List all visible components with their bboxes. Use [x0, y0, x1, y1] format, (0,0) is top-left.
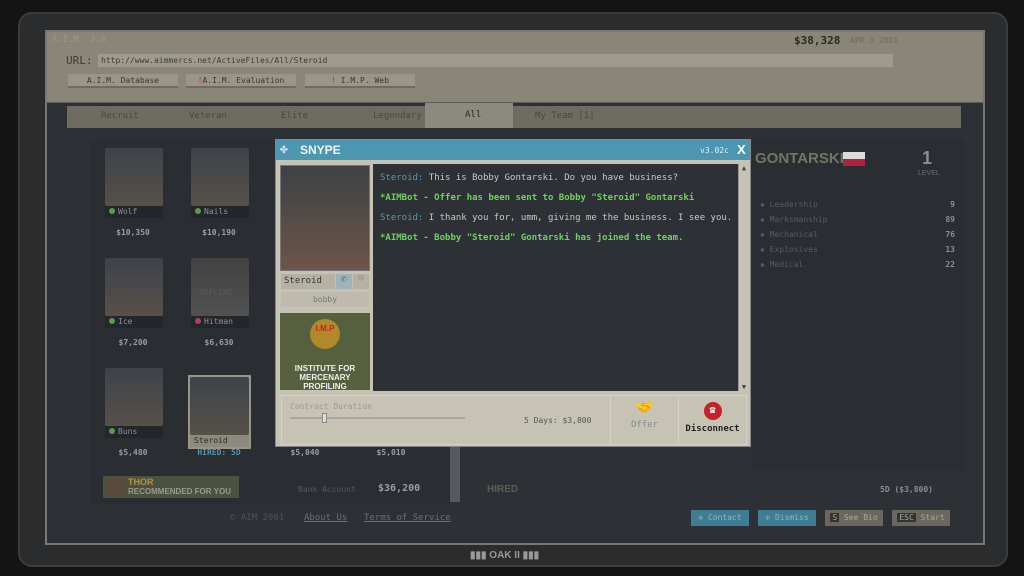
portrait: [190, 377, 249, 435]
slider-handle[interactable]: [322, 413, 327, 423]
brand-label: ▮▮▮ OAK II ▮▮▮: [470, 550, 540, 561]
handshake-icon: 🤝: [635, 400, 654, 416]
bank-label: Bank Account: [298, 485, 356, 494]
dismiss-button[interactable]: ✣ Dismiss: [758, 510, 816, 526]
merc-price: $5,480: [118, 448, 148, 457]
chat-message: Steroid: I thank you for, umm, giving me…: [380, 213, 733, 223]
imp-banner[interactable]: I.M.P INSTITUTE FOR MERCENARY PROFILING: [280, 313, 370, 391]
imp-logo: I.M.P: [310, 319, 340, 349]
snype-logo-icon: ✤: [280, 142, 288, 157]
chat-log: Steroid: This is Bobby Gontarski. Do you…: [373, 164, 749, 391]
close-button[interactable]: X: [737, 142, 746, 157]
merc-card-steroid[interactable]: Steroid: [188, 375, 251, 449]
chat-message: Steroid: This is Bobby Gontarski. Do you…: [380, 173, 679, 183]
snype-title-bar[interactable]: ✤ SNYPE v3.02c X: [276, 140, 750, 160]
level-value: 1: [922, 148, 933, 168]
browser-toolbar: [47, 32, 983, 102]
balance: $38,328: [794, 34, 841, 47]
hired-value: 5D ($3,800): [880, 485, 933, 494]
portrait: [105, 148, 163, 206]
contract-slider[interactable]: [290, 417, 465, 419]
merc-card-hitman[interactable]: OFFLINE Hitman: [191, 258, 249, 328]
snype-dialog: ✤ SNYPE v3.02c X Steroid ✆ ☺ bobby I.M.P…: [275, 139, 751, 447]
portrait: [105, 368, 163, 426]
contact-portrait: [280, 165, 370, 271]
disconnect-button[interactable]: ☎ Disconnect: [678, 396, 746, 444]
call-icon[interactable]: ✆: [336, 274, 352, 289]
terms-link[interactable]: Terms of Service: [364, 513, 451, 523]
merc-price: $10,350: [116, 228, 150, 237]
contact-username: bobby: [281, 292, 369, 307]
offer-button[interactable]: 🤝 Offer: [610, 396, 678, 444]
bank-value: $36,200: [378, 483, 421, 494]
recommended-banner[interactable]: THOR RECOMMENDED FOR YOU: [103, 476, 239, 498]
merc-card-wolf[interactable]: Wolf: [105, 148, 163, 218]
nav-imp-web[interactable]: ! I.M.P. Web: [305, 74, 415, 88]
surname: GONTARSKI: [755, 150, 844, 167]
tab-elite[interactable]: Elite: [263, 106, 351, 126]
tab-recruit[interactable]: Recruit: [83, 106, 171, 126]
hired-status: HIRED: 5D: [197, 448, 241, 457]
portrait: [105, 258, 163, 316]
user-icon[interactable]: ☺: [353, 274, 369, 289]
tab-veteran[interactable]: Veteran: [171, 106, 259, 126]
merc-card-nails[interactable]: Nails: [191, 148, 249, 218]
poland-flag-icon: [843, 152, 865, 166]
nav-aim-evaluation[interactable]: !A.I.M. Evaluation: [186, 74, 296, 88]
start-button[interactable]: ESC Start: [892, 510, 950, 526]
contract-value: 5 Days: $3,800: [524, 416, 592, 425]
contract-panel: Contract Duration 5 Days: $3,800 🤝 Offer…: [281, 395, 747, 445]
bot-message: *AIMBot - Bobby "Steroid" Gontarski has …: [380, 233, 684, 243]
chat-scrollbar[interactable]: ▲ ▼: [738, 164, 749, 391]
hired-label: HIRED: [487, 484, 519, 495]
version: v3.02c: [700, 146, 729, 155]
nav-aim-database[interactable]: A.I.M. Database: [68, 74, 178, 88]
offline-label: OFFLINE: [199, 288, 233, 297]
stats-list: ▪ Leadership 9 ▪ Marksmanship 89 ▪ Mechani…: [760, 200, 955, 269]
merc-card-buns[interactable]: Buns: [105, 368, 163, 438]
copyright: © AIM 2001: [230, 513, 285, 523]
profile-panel: GONTARSKI 1 LEVEL ▪ Leadership 9 ▪ Marksm…: [752, 140, 965, 470]
hang-up-icon: ☎: [703, 402, 722, 420]
merc-price: $6,630: [204, 338, 234, 347]
merc-price: $7,200: [118, 338, 148, 347]
merc-card-ice[interactable]: Ice: [105, 258, 163, 328]
tab-legendary[interactable]: Legendary: [355, 106, 425, 126]
about-link[interactable]: About Us: [304, 513, 347, 523]
merc-price: $5,040: [290, 448, 320, 457]
contact-nickname: Steroid: [281, 274, 335, 289]
portrait: OFFLINE: [191, 258, 249, 316]
merc-price: $10,190: [202, 228, 236, 237]
see-bio-button[interactable]: S See Bio: [825, 510, 883, 526]
tab-all[interactable]: All: [425, 103, 513, 128]
bot-message: *AIMBot - Offer has been sent to Bobby "…: [380, 193, 695, 203]
tab-my-team[interactable]: My Team [1]: [517, 106, 607, 126]
url-label: URL:: [66, 54, 93, 67]
url-field[interactable]: http://www.aimmercs.net/ActiveFiles/All/…: [98, 54, 893, 67]
date: APR 3 2001: [850, 36, 899, 45]
merc-price: $5,010: [376, 448, 406, 457]
tab-bar: Recruit Veteran Elite Legendary All My T…: [67, 103, 961, 128]
contact-button[interactable]: ✣ Contact: [691, 510, 749, 526]
thor-portrait: [105, 478, 125, 496]
portrait: [191, 148, 249, 206]
app-title: A.I.M. 3.0: [52, 35, 107, 45]
